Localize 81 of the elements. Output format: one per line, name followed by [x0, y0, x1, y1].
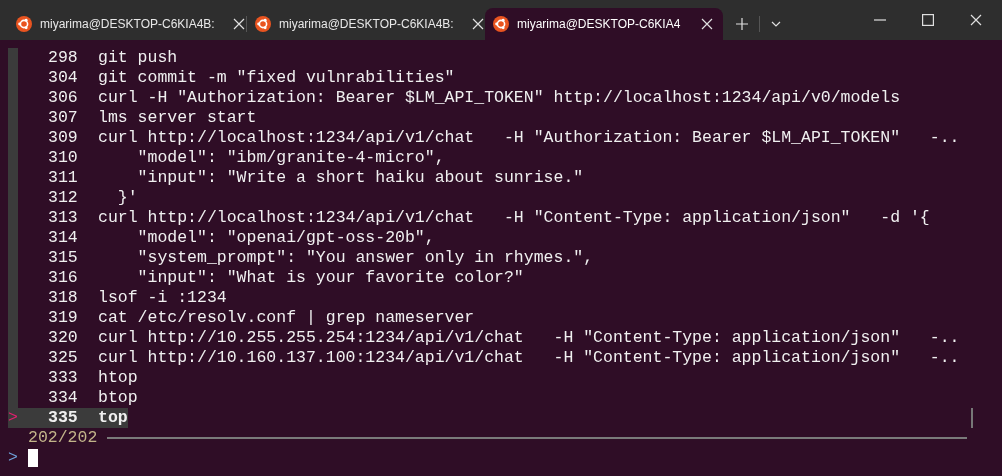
history-row[interactable]: 334 btop [8, 388, 138, 408]
history-row[interactable]: 304 git commit -m "fixed vulnrabilities" [8, 68, 455, 88]
history-row[interactable]: 318 lsof -i :1234 [8, 288, 227, 308]
command-text: curl -H "Authorization: Bearer $LM_API_TOKEN" http://localhost:1234/api/v0/models [98, 88, 901, 108]
command-text: curl http://10.255.255.254:1234/api/v1/chat -H "Content-Type: application/json" -.. [98, 328, 960, 348]
history-row[interactable]: 313 curl http://localhost:1234/api/v1/chat -H "Content-Type: application/json" -d '{ [8, 208, 930, 228]
line-number: 311 [48, 168, 79, 188]
close-tab-button[interactable] [699, 16, 715, 32]
command-text: "input": "What is your favorite color?" [136, 268, 524, 288]
line-number: 316 [48, 268, 79, 288]
command-text: curl http://localhost:1234/api/v1/chat -H "Authorization: Bearer $LM_API_TOKEN" -.. [98, 128, 960, 148]
command-text: lms server start [98, 108, 257, 128]
history-row[interactable]: 311 "input": "Write a short haiku about sunrise." [8, 168, 584, 188]
history-row[interactable]: 312 }' [8, 188, 138, 208]
command-text: top [98, 408, 128, 428]
line-number: 325 [48, 348, 79, 368]
tab-title: miyarima@DESKTOP-C6KIA4 [517, 16, 681, 33]
history-row[interactable]: 325 curl http://10.160.137.100:1234/api/v1/chat -H "Content-Type: application/json" -.. [8, 348, 960, 368]
command-text: git commit -m "fixed vulnrabilities" [98, 68, 455, 88]
line-number: 309 [48, 128, 79, 148]
gutter-segment [8, 48, 18, 68]
history-row[interactable]: 320 curl http://10.255.255.254:1234/api/v1/chat -H "Content-Type: application/json" -.. [8, 328, 960, 348]
history-row[interactable]: 306 curl -H "Authorization: Bearer $LM_API_TOKEN" http://localhost:1234/api/v0/models [8, 88, 901, 108]
line-number: 318 [48, 288, 79, 308]
command-text: curl http://10.160.137.100:1234/api/v1/chat -H "Content-Type: application/json" -.. [98, 348, 960, 368]
tab-title: miyarima@DESKTOP-C6KIA4B: [279, 16, 454, 33]
line-number: 315 [48, 248, 79, 268]
terminal-tab[interactable]: miyarima@DESKTOP-C6KIA4B: [8, 8, 246, 40]
plus-icon [736, 18, 748, 30]
line-number: 298 [48, 48, 79, 68]
command-text: cat /etc/resolv.conf | grep nameserver [98, 308, 475, 328]
line-number: 320 [48, 328, 79, 348]
history-row[interactable]: 307 lms server start [8, 108, 257, 128]
text-cursor [28, 449, 38, 467]
history-row[interactable]: 315 "system_prompt": "You answer only in rhymes.", [8, 248, 594, 268]
match-count: 202/202 [28, 428, 98, 448]
line-number: 313 [48, 208, 79, 228]
history-row[interactable]: 319 cat /etc/resolv.conf | grep nameserver [8, 308, 475, 328]
command-text: curl http://localhost:1234/api/v1/chat -H "Content-Type: application/json" -d '{ [98, 208, 930, 228]
tab-title: miyarima@DESKTOP-C6KIA4B: [40, 16, 215, 33]
maximize-icon [922, 14, 934, 26]
history-row[interactable]: 309 curl http://localhost:1234/api/v1/chat -H "Authorization: Bearer $LM_API_TOKEN" -.. [8, 128, 960, 148]
line-number: 335 [48, 408, 79, 428]
prompt-glyph: > [8, 448, 19, 468]
line-number: 310 [48, 148, 79, 168]
ubuntu-logo-icon [255, 16, 271, 32]
scrollbar-mark [971, 408, 973, 428]
line-number: 312 [48, 188, 79, 208]
command-text: git push [98, 48, 178, 68]
command-text: btop [98, 388, 138, 408]
command-text: htop [98, 368, 138, 388]
command-text: "model": "openai/gpt-oss-20b", [136, 228, 435, 248]
history-row[interactable]: > 335 top [8, 408, 128, 428]
close-icon [970, 14, 982, 26]
close-icon [471, 18, 484, 30]
history-row[interactable]: 298 git push [8, 48, 178, 68]
history-row[interactable]: 316 "input": "What is your favorite color?" [8, 268, 524, 288]
command-text: "input": "Write a short haiku about sunrise." [136, 168, 584, 188]
command-text: }' [116, 188, 138, 208]
ubuntu-logo-icon [493, 16, 509, 32]
terminal-tab[interactable]: miyarima@DESKTOP-C6KIA4 [485, 8, 723, 40]
line-number: 314 [48, 228, 79, 248]
line-number: 304 [48, 68, 79, 88]
history-row[interactable]: 333 htop [8, 368, 138, 388]
minimize-icon [874, 19, 886, 21]
history-row[interactable]: 310 "model": "ibm/granite-4-micro", [8, 148, 445, 168]
line-number: 319 [48, 308, 79, 328]
line-number: 307 [48, 108, 79, 128]
close-icon [701, 18, 713, 30]
command-text: "model": "ibm/granite-4-micro", [136, 148, 445, 168]
pointer-glyph: > [8, 408, 19, 428]
line-number: 333 [48, 368, 79, 388]
line-number: 306 [48, 88, 79, 108]
caret-icon [771, 21, 781, 27]
command-text: lsof -i :1234 [98, 288, 227, 308]
line-number: 334 [48, 388, 79, 408]
close-icon [232, 18, 245, 30]
history-row[interactable]: 314 "model": "openai/gpt-oss-20b", [8, 228, 435, 248]
ubuntu-logo-icon [16, 16, 32, 32]
terminal-tab[interactable]: miyarima@DESKTOP-C6KIA4B: [247, 8, 485, 40]
command-text: "system_prompt": "You answer only in rhymes.", [136, 248, 594, 268]
